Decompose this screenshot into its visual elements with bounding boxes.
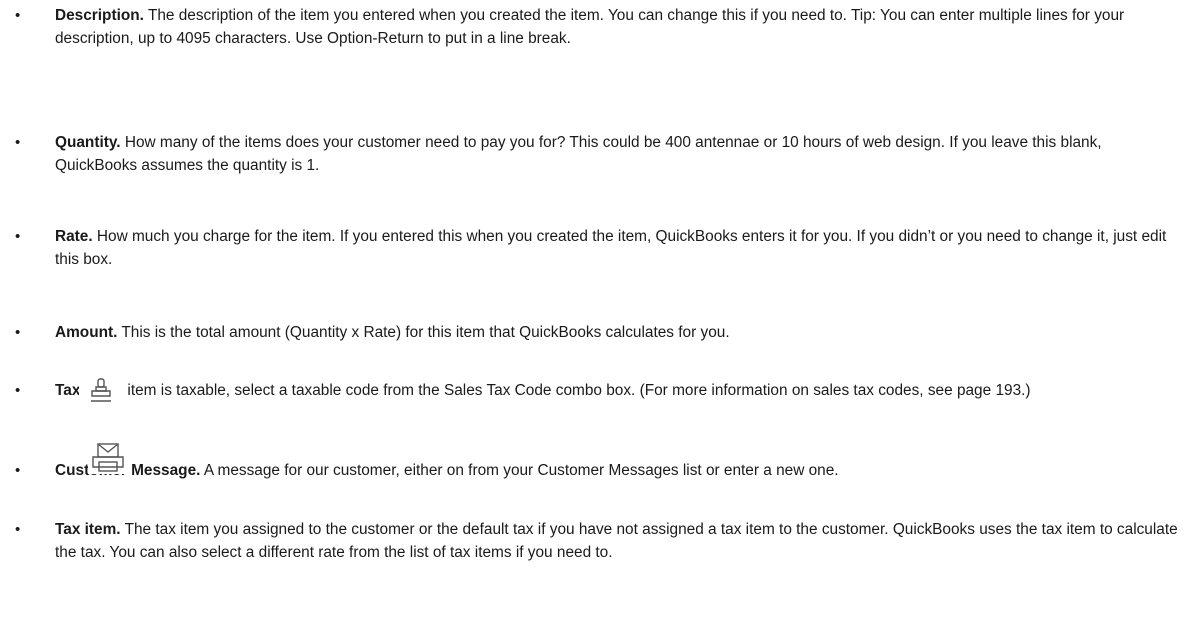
stamp-icon[interactable] xyxy=(79,375,125,407)
item-text: This is the total amount (Quantity x Rat… xyxy=(117,324,730,341)
item-term: Tax item. xyxy=(55,521,121,538)
list-item-customer-message: • Customer Message. A message for our cu… xyxy=(15,459,1185,482)
item-term: Amount. xyxy=(55,324,118,341)
list-item-quantity: • Quantity. How many of the items does y… xyxy=(15,131,1185,177)
bullet: • xyxy=(15,324,21,341)
bullet: • xyxy=(15,382,21,399)
list-item-amount: • Amount. This is the total amount (Quan… xyxy=(15,321,1185,344)
list-item-rate: • Rate. How much you charge for the item… xyxy=(15,225,1185,271)
list-item-tax: • Tax. If the item is taxable, select a … xyxy=(15,379,1185,402)
bullet: • xyxy=(15,521,21,538)
bullet: • xyxy=(15,134,21,151)
bullet: • xyxy=(15,228,21,245)
list-item-tax-item: • Tax item. The tax item you assigned to… xyxy=(15,518,1185,564)
item-text: How much you charge for the item. If you… xyxy=(55,228,1167,268)
item-text: If the item is taxable, select a taxable… xyxy=(84,382,1031,399)
print-email-icon[interactable] xyxy=(88,442,128,474)
item-text: A message for our customer, either on fr… xyxy=(200,462,839,479)
item-term: Quantity. xyxy=(55,134,121,151)
item-term: Description. xyxy=(55,7,144,24)
item-text: The description of the item you entered … xyxy=(55,7,1125,47)
item-text: How many of the items does your customer… xyxy=(55,134,1102,174)
list-item-description: • Description. The description of the it… xyxy=(15,4,1185,50)
item-term: Rate. xyxy=(55,228,93,245)
bullet: • xyxy=(15,462,21,479)
bullet: • xyxy=(15,7,21,24)
item-text: The tax item you assigned to the custome… xyxy=(55,521,1178,561)
